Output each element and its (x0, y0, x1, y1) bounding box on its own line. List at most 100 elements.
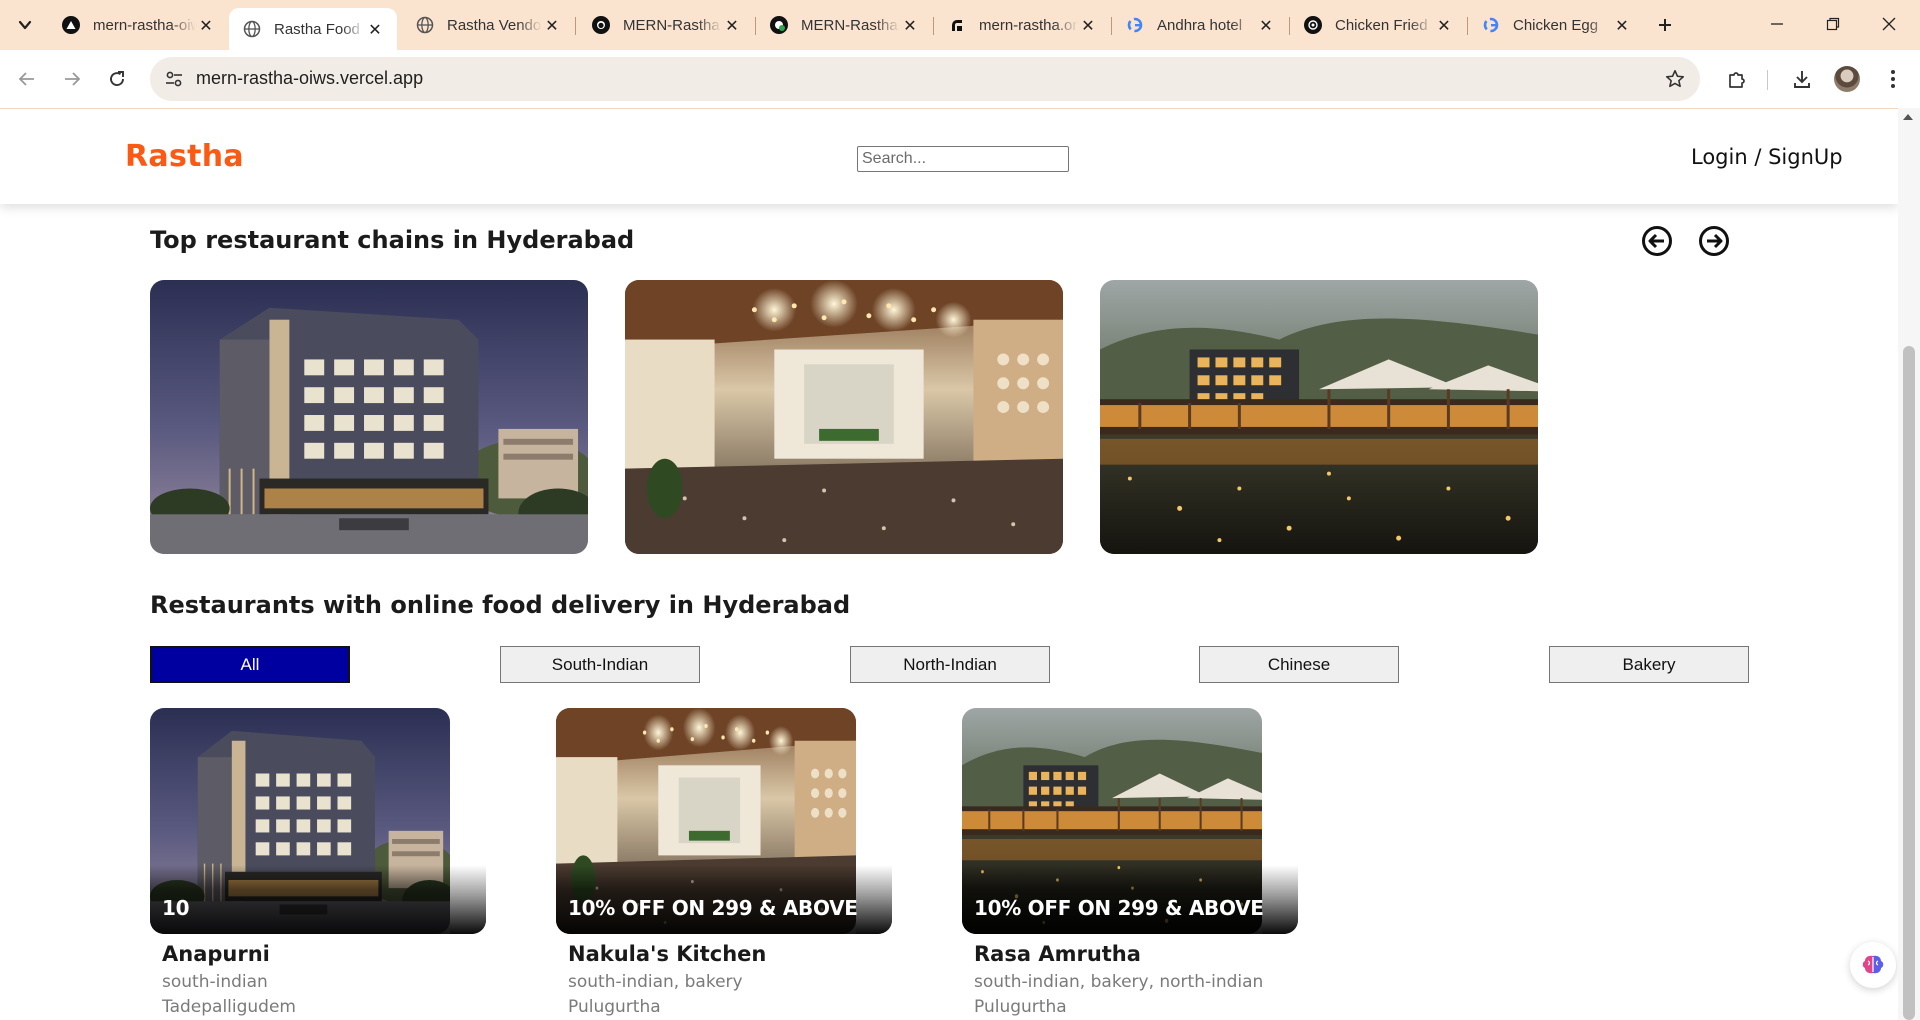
close-icon[interactable]: ✕ (722, 15, 742, 35)
tab-title: mern-rastha.onrender (979, 16, 1078, 34)
offer-overlay (150, 865, 486, 934)
close-icon (1882, 17, 1896, 31)
github-deploy-icon (770, 16, 788, 34)
chatgpt-icon (1304, 16, 1322, 34)
login-signup-link[interactable]: Login / SignUp (1691, 145, 1843, 169)
restaurant-name: Rasa Amrutha (974, 942, 1141, 966)
restaurant-location: Tadepalligudem (162, 997, 296, 1017)
vercel-icon (62, 16, 80, 34)
minimize-button[interactable] (1757, 8, 1797, 40)
chain-image-hotel-lobby[interactable] (625, 280, 1063, 554)
toolbar-divider (1767, 70, 1768, 90)
tab-title: Rastha Vendor (447, 16, 542, 34)
offer-text: 10% OFF ON 299 & ABOVE (568, 896, 858, 920)
close-icon[interactable]: ✕ (196, 15, 216, 35)
site-settings-icon[interactable] (164, 69, 184, 89)
new-tab-button[interactable] (1651, 11, 1679, 39)
browser-tab[interactable]: mern-rastha-oiws ✕ (48, 8, 228, 42)
overlay-edge (856, 865, 892, 934)
scroll-up-arrow-icon[interactable] (1903, 114, 1913, 120)
restaurant-name: Nakula's Kitchen (568, 942, 767, 966)
search-input[interactable] (857, 146, 1069, 172)
google-icon (1482, 16, 1500, 34)
filter-south-indian-button[interactable]: South-Indian (500, 646, 700, 683)
window-close-button[interactable] (1869, 8, 1909, 40)
filter-all-button[interactable]: All (150, 646, 350, 683)
browser-tab-active[interactable]: Rastha Food ✕ (229, 8, 397, 50)
arrow-right-icon (65, 72, 81, 86)
filter-north-indian-button[interactable]: North-Indian (850, 646, 1050, 683)
browser-tab[interactable]: Chicken Egg ✕ (1468, 8, 1644, 42)
arrow-left-icon (18, 72, 34, 86)
tab-title: Andhra hotel (1157, 16, 1243, 34)
chevron-down-icon (18, 20, 32, 30)
tab-search-button[interactable] (9, 9, 41, 41)
close-icon[interactable]: ✕ (1612, 15, 1632, 35)
profile-avatar[interactable] (1834, 66, 1860, 92)
filter-bakery-button[interactable]: Bakery (1549, 646, 1749, 683)
offer-text: 10 (162, 896, 190, 920)
restaurant-location: Pulugurtha (974, 997, 1067, 1017)
assistant-brain-button[interactable] (1850, 942, 1896, 988)
page-viewport: Rastha Login / SignUp Top restaurant cha… (0, 108, 1898, 1020)
reload-icon (110, 71, 124, 86)
site-logo[interactable]: Rastha (125, 139, 244, 174)
chain-image-resort-pool[interactable] (1100, 280, 1538, 554)
forward-button[interactable] (56, 63, 88, 95)
download-icon (1794, 71, 1810, 88)
overlay-edge (1262, 865, 1298, 934)
resort-pool-image (1100, 280, 1538, 554)
github-icon (592, 16, 610, 34)
close-icon[interactable]: ✕ (1434, 15, 1454, 35)
address-bar[interactable]: mern-rastha-oiws.vercel.app (150, 57, 1700, 101)
restaurant-name: Anapurni (162, 942, 270, 966)
star-icon[interactable] (1664, 68, 1686, 90)
overlay-edge (450, 865, 486, 934)
more-vertical-icon (1891, 70, 1895, 88)
close-icon[interactable]: ✕ (542, 15, 562, 35)
close-icon[interactable]: ✕ (1078, 15, 1098, 35)
globe-icon (416, 16, 434, 34)
render-icon (948, 16, 966, 34)
browser-toolbar: mern-rastha-oiws.vercel.app (0, 50, 1920, 108)
browser-tab[interactable]: mern-rastha.onrender ✕ (934, 8, 1110, 42)
page-scrollbar[interactable] (1898, 108, 1920, 1020)
globe-icon (243, 20, 261, 38)
tab-title: Rastha Food (274, 20, 360, 38)
tab-title: mern-rastha-oiws (93, 16, 196, 34)
brain-icon (1862, 955, 1884, 974)
restaurant-location: Pulugurtha (568, 997, 661, 1017)
tab-title: MERN-Rastha (623, 16, 720, 34)
extensions-button[interactable] (1725, 67, 1749, 91)
downloads-button[interactable] (1790, 67, 1814, 91)
back-button[interactable] (11, 63, 43, 95)
reload-button[interactable] (101, 63, 133, 95)
chain-image-hotel-building[interactable] (150, 280, 588, 554)
restaurant-cuisines: south-indian, bakery (568, 972, 743, 992)
tab-divider (575, 17, 576, 35)
scrollbar-thumb[interactable] (1903, 346, 1915, 1020)
chains-section-title: Top restaurant chains in Hyderabad (150, 226, 635, 254)
plus-icon (1659, 19, 1671, 31)
browser-tab[interactable]: Chicken Fried ✕ (1290, 8, 1466, 42)
close-icon[interactable]: ✕ (1256, 15, 1276, 35)
tab-title: Chicken Fried (1335, 16, 1428, 34)
browser-menu-button[interactable] (1881, 67, 1905, 91)
browser-tab[interactable]: MERN-Rastha ✕ (756, 8, 932, 42)
url-text[interactable]: mern-rastha-oiws.vercel.app (196, 68, 423, 89)
tab-title: Chicken Egg (1513, 16, 1599, 34)
close-icon[interactable]: ✕ (365, 19, 385, 39)
browser-tab[interactable]: Rastha Vendor ✕ (402, 8, 574, 42)
hotel-lobby-image (625, 280, 1063, 554)
arrow-left-icon[interactable] (1641, 225, 1673, 257)
restore-button[interactable] (1813, 8, 1853, 40)
filter-chinese-button[interactable]: Chinese (1199, 646, 1399, 683)
browser-tabstrip: mern-rastha-oiws ✕ Rastha Food ✕ Rastha … (0, 0, 1920, 50)
arrow-right-icon[interactable] (1698, 225, 1730, 257)
close-icon[interactable]: ✕ (900, 15, 920, 35)
restaurant-cuisines: south-indian, bakery, north-indian (974, 972, 1264, 992)
browser-tab[interactable]: MERN-Rastha ✕ (578, 8, 754, 42)
restaurant-cuisines: south-indian (162, 972, 268, 992)
site-header: Rastha Login / SignUp (0, 108, 1898, 204)
browser-tab[interactable]: Andhra hotel ✕ (1112, 8, 1288, 42)
